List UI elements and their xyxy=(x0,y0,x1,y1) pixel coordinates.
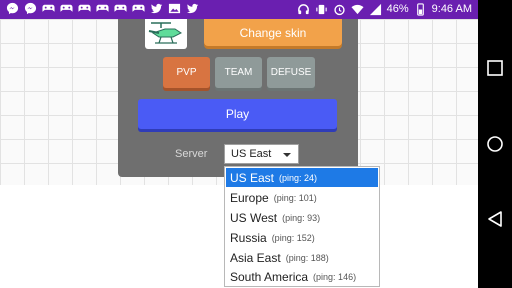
twitter-icon xyxy=(186,3,199,14)
gamepad-icon xyxy=(132,4,145,12)
status-bar: 46% 9:46 AM xyxy=(0,0,478,19)
server-option-ping: (ping: 24) xyxy=(279,172,318,183)
gamepad-icon xyxy=(42,4,55,12)
home-circle-icon[interactable] xyxy=(486,135,504,153)
play-button[interactable]: Play xyxy=(138,99,337,129)
gamepad-icon xyxy=(78,4,91,12)
twitter-icon xyxy=(150,3,163,14)
vibrate-icon xyxy=(315,4,327,14)
server-label: Server xyxy=(175,148,208,160)
server-option-name: US East xyxy=(230,170,275,185)
mode-pvp-button[interactable]: PVP xyxy=(163,57,210,88)
server-option-south-america[interactable]: South America (ping: 146) xyxy=(226,267,378,286)
messenger-icon xyxy=(24,2,37,15)
mode-defuse-button[interactable]: DEFUSE xyxy=(267,57,315,88)
server-option-russia[interactable]: Russia (ping: 152) xyxy=(226,228,378,247)
server-option-name: South America xyxy=(230,269,309,284)
server-option-ping: (ping: 188) xyxy=(285,252,329,263)
navigation-bar xyxy=(478,0,512,288)
clock: 9:46 AM xyxy=(431,3,472,15)
skin-preview xyxy=(145,19,187,49)
server-dropdown-list: US East (ping: 24) Europe (ping: 101) US… xyxy=(224,166,380,287)
server-option-name: Asia East xyxy=(230,250,281,265)
server-option-ping: (ping: 146) xyxy=(313,271,357,282)
gamepad-icon xyxy=(114,4,127,12)
wifi-icon xyxy=(351,4,364,14)
chevron-down-icon xyxy=(283,153,291,157)
messenger-icon xyxy=(6,2,19,15)
server-option-ping: (ping: 93) xyxy=(282,212,321,223)
headset-icon xyxy=(297,3,309,14)
helicopter-skin-icon xyxy=(148,22,182,44)
battery-percent: 46% xyxy=(386,3,409,15)
server-option-name: Russia xyxy=(230,230,267,245)
signal-icon xyxy=(369,3,381,15)
server-option-us-west[interactable]: US West (ping: 93) xyxy=(226,208,378,227)
alarm-icon xyxy=(333,4,345,15)
recents-square-icon[interactable] xyxy=(486,59,504,77)
change-skin-button[interactable]: Change skin xyxy=(204,19,342,46)
notification-icons xyxy=(6,2,199,15)
gamepad-icon xyxy=(60,4,73,12)
image-icon xyxy=(168,3,181,14)
server-select[interactable]: US East xyxy=(224,144,299,164)
back-triangle-icon[interactable] xyxy=(486,210,504,228)
server-option-us-east[interactable]: US East (ping: 24) xyxy=(226,168,378,187)
system-status: 46% 9:46 AM xyxy=(297,2,472,16)
battery-icon xyxy=(416,2,424,16)
server-option-name: US West xyxy=(230,210,278,225)
server-option-ping: (ping: 152) xyxy=(271,232,315,243)
server-option-europe[interactable]: Europe (ping: 101) xyxy=(226,188,378,207)
mode-team-button[interactable]: TEAM xyxy=(215,57,262,88)
server-option-name: Europe xyxy=(230,190,269,205)
server-option-ping: (ping: 101) xyxy=(273,192,317,203)
gamepad-icon xyxy=(96,4,109,12)
server-select-value: US East xyxy=(231,148,272,160)
server-option-asia-east[interactable]: Asia East (ping: 188) xyxy=(226,248,378,267)
